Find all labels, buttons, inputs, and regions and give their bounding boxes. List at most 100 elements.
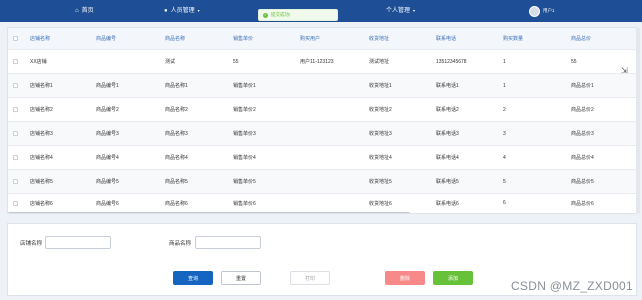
table-cell: 商品总价3: [571, 131, 594, 137]
nav-staff-management[interactable]: ● 人员管理 ▾: [164, 5, 200, 17]
table-cell: 用户11-123123: [300, 59, 334, 65]
table-cell: 联系电话5: [436, 179, 459, 185]
product-name-label: 商品名称: [169, 241, 192, 247]
table-cell: 销售单价1: [233, 83, 256, 89]
table-cell: 销售单价3: [233, 131, 256, 137]
table-cell: 6: [503, 200, 506, 206]
table-cell: 联系电话1: [436, 83, 459, 89]
table-cell: 联系电话3: [436, 131, 459, 137]
table-cell: 1: [503, 82, 506, 89]
user-icon: ●: [164, 8, 168, 14]
select-all-checkbox[interactable]: [13, 36, 18, 41]
table-cell: 商品编号1: [96, 83, 119, 89]
table-cell: 商品名称3: [165, 131, 188, 137]
table-cell: 店铺名称3: [30, 131, 53, 137]
column-header[interactable]: 商品名称: [165, 28, 185, 49]
print-button[interactable]: 打印: [290, 271, 330, 285]
toast-message: 提交成功!: [271, 12, 291, 17]
table-cell: 测试: [165, 59, 176, 65]
column-header[interactable]: 销售单价: [233, 28, 253, 49]
column-header[interactable]: 收货地址: [369, 28, 389, 49]
table-row[interactable]: 店铺名称3 商品编号3 商品名称3 销售单价3 收货地址3 联系电话3 3 商品…: [8, 122, 636, 146]
table-cell: 2: [503, 106, 506, 113]
table-cell: 商品编号4: [96, 155, 119, 161]
vertical-scrollbar[interactable]: [636, 28, 640, 213]
table-row[interactable]: 店铺名称6 商品编号6 商品名称6 销售单价6 收货地址6 联系电话6 6 商品…: [8, 194, 636, 212]
row-checkbox[interactable]: [13, 83, 18, 88]
success-check-icon: ✓: [263, 12, 268, 18]
table-header: 店铺名称 商品编号 商品名称 销售单价 购买用户 收货地址 联系电话 购买数量 …: [8, 28, 636, 50]
table-cell: 店铺名称1: [30, 83, 53, 89]
table-cell: 销售单价5: [233, 179, 256, 185]
chevron-down-icon: ▾: [413, 8, 416, 13]
table-cell: 商品编号5: [96, 179, 119, 185]
add-button[interactable]: 添加: [433, 271, 473, 285]
column-header[interactable]: 联系电话: [436, 28, 456, 49]
row-checkbox[interactable]: [13, 179, 18, 184]
table-cell: XX店铺: [30, 59, 47, 65]
row-checkbox[interactable]: [13, 59, 18, 64]
delete-button[interactable]: 删除: [385, 271, 425, 285]
table-cell: 商品名称6: [165, 200, 188, 207]
table-cell: 商品编号2: [96, 107, 119, 113]
user-name: 用户1: [543, 8, 555, 13]
column-header[interactable]: 商品总价: [571, 28, 591, 49]
nav-home[interactable]: ⌂ 首页: [75, 5, 94, 17]
table-cell: 联系电话2: [436, 107, 459, 113]
table-cell: 商品总价4: [571, 155, 594, 161]
table-cell: 收货地址5: [369, 179, 392, 185]
table-cell: 收货地址2: [369, 107, 392, 113]
reset-button[interactable]: 重置: [221, 271, 261, 285]
row-checkbox[interactable]: [13, 107, 18, 112]
table-cell: 商品总价6: [571, 200, 594, 207]
table-cell: 1: [503, 58, 506, 65]
watermark: CSDN @MZ_ZXD001: [510, 279, 633, 293]
chevron-down-icon: ▾: [197, 8, 200, 13]
table-cell: 店铺名称5: [30, 179, 53, 185]
nav-home-label: 首页: [81, 8, 94, 14]
row-checkbox[interactable]: [13, 155, 18, 160]
table-row[interactable]: XX店铺 测试 55 用户11-123123 测试地址 13512345678 …: [8, 50, 636, 74]
table-row[interactable]: 店铺名称1 商品编号1 商品名称1 销售单价1 收货地址1 联系电话1 1 商品…: [8, 74, 636, 98]
shop-name-label: 店铺名称: [20, 241, 43, 247]
data-table: 店铺名称 商品编号 商品名称 销售单价 购买用户 收货地址 联系电话 购买数量 …: [7, 27, 637, 214]
table-row[interactable]: 店铺名称5 商品编号5 商品名称5 销售单价5 收货地址5 联系电话5 5 商品…: [8, 170, 636, 194]
nav-personal-management[interactable]: 个人管理 ▾: [386, 5, 415, 17]
table-row[interactable]: 店铺名称4 商品编号4 商品名称4 销售单价4 收货地址4 联系电话4 4 商品…: [8, 146, 636, 170]
table-cell: 店铺名称6: [30, 200, 53, 207]
horizontal-scrollbar[interactable]: [8, 212, 410, 213]
table-cell: 3: [503, 130, 506, 137]
success-toast: ✓ 提交成功!: [258, 9, 338, 21]
table-cell: 商品总价1: [571, 83, 594, 89]
mouse-cursor-icon: ⇲: [621, 66, 628, 75]
table-cell: 4: [503, 154, 506, 161]
table-cell: 收货地址6: [369, 200, 392, 207]
row-checkbox[interactable]: [13, 201, 18, 206]
column-header[interactable]: 购买用户: [300, 28, 320, 49]
column-header[interactable]: 购买数量: [503, 28, 523, 49]
table-cell: 店铺名称2: [30, 107, 53, 113]
product-name-input[interactable]: [195, 236, 261, 249]
table-cell: 商品名称5: [165, 179, 188, 185]
table-cell: 55: [571, 58, 577, 65]
column-header[interactable]: 店铺名称: [30, 28, 50, 49]
table-cell: 销售单价4: [233, 155, 256, 161]
table-cell: 13512345678: [436, 58, 467, 65]
table-cell: 商品总价5: [571, 179, 594, 185]
table-cell: 销售单价6: [233, 200, 256, 207]
avatar: [529, 5, 540, 17]
user-menu[interactable]: 用户1: [529, 5, 555, 17]
table-cell: 测试地址: [369, 59, 390, 65]
table-cell: 商品编号6: [96, 200, 119, 207]
table-row[interactable]: 店铺名称2 商品编号2 商品名称2 销售单价2 收货地址2 联系电话2 2 商品…: [8, 98, 636, 122]
column-header[interactable]: 商品编号: [96, 28, 116, 49]
table-cell: 商品名称1: [165, 83, 188, 89]
query-button[interactable]: 查询: [173, 271, 213, 285]
table-cell: 收货地址3: [369, 131, 392, 137]
table-cell: 商品编号3: [96, 131, 119, 137]
shop-name-input[interactable]: [45, 236, 111, 249]
table-cell: 收货地址4: [369, 155, 392, 161]
row-checkbox[interactable]: [13, 131, 18, 136]
home-icon: ⌂: [75, 8, 79, 14]
table-cell: 店铺名称4: [30, 155, 53, 161]
